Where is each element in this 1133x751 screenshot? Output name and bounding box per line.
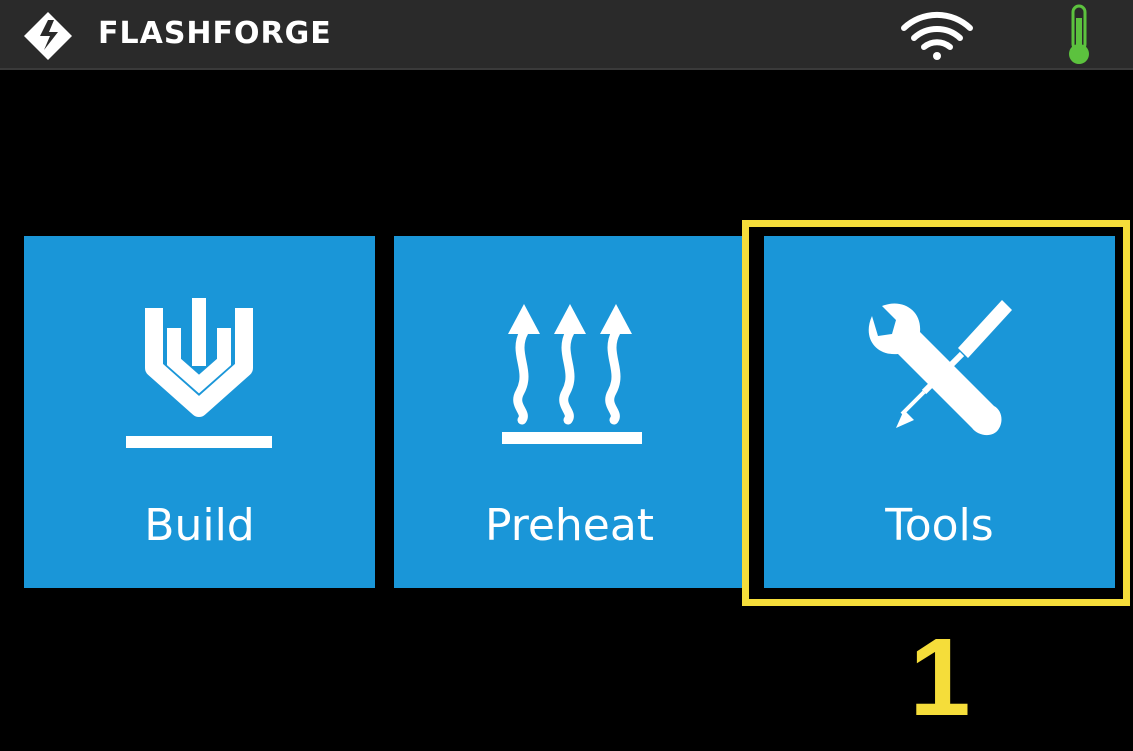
tools-label: Tools: [885, 500, 994, 551]
wifi-icon[interactable]: [900, 10, 974, 62]
header-bar: FLASHFORGE: [0, 0, 1133, 70]
thermometer-icon[interactable]: [1064, 4, 1094, 66]
preheat-icon: [502, 304, 642, 444]
build-tile[interactable]: Build: [24, 236, 375, 588]
build-label: Build: [144, 500, 255, 551]
build-icon: [126, 298, 272, 448]
step-number-callout: 1: [909, 616, 971, 739]
flashforge-logo-icon: [24, 12, 72, 60]
preheat-tile[interactable]: Preheat: [394, 236, 745, 588]
tools-tile[interactable]: Tools: [764, 236, 1115, 588]
tools-icon: [868, 300, 1012, 436]
brand-name: FLASHFORGE: [98, 16, 332, 51]
preheat-label: Preheat: [484, 500, 655, 551]
